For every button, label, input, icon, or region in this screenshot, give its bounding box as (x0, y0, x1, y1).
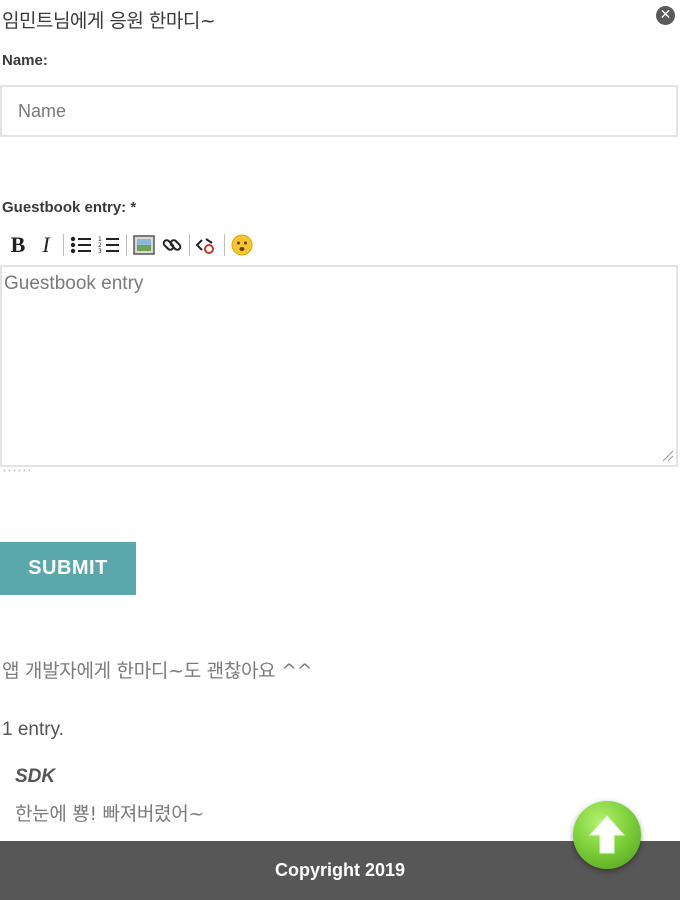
arrow-up-icon (588, 815, 626, 854)
resize-handle-icon[interactable] (660, 448, 674, 462)
insert-code-button[interactable] (193, 231, 221, 259)
editor-toolbar: B I 1 2 3 (4, 230, 256, 260)
copyright-text: Copyright 2019 (274, 860, 406, 880)
submit-button[interactable]: SUBMIT (0, 542, 136, 595)
emoji-icon (231, 234, 253, 256)
toolbar-divider (224, 234, 225, 256)
toolbar-divider (189, 234, 190, 256)
guestbook-note: 앱 개발자에게 한마디~도 괜찮아요 ^^ (2, 660, 313, 682)
insert-image-button[interactable] (130, 231, 158, 259)
name-input[interactable] (0, 85, 678, 137)
entry-author: SDK (15, 766, 56, 787)
close-icon[interactable]: ✕ (656, 6, 675, 25)
numbered-list-button[interactable]: 1 2 3 (95, 231, 123, 259)
entry-count: 1 entry. (2, 719, 64, 740)
insert-emoji-button[interactable] (228, 231, 256, 259)
italic-button[interactable]: I (32, 231, 60, 259)
bold-button[interactable]: B (4, 231, 32, 259)
insert-link-button[interactable] (158, 231, 186, 259)
guestbook-entry-input[interactable] (0, 265, 678, 467)
dotted-divider (2, 468, 30, 474)
scroll-to-top-button[interactable] (573, 801, 641, 869)
entry-label: Guestbook entry: * (2, 199, 137, 216)
entry-text: 한눈에 뿅! 빠져버렸어~ (15, 803, 205, 825)
toolbar-divider (126, 234, 127, 256)
numbered-list-icon: 1 2 3 (98, 236, 119, 255)
page-title: 임민트님에게 응원 한마디~ (2, 10, 216, 32)
svg-text:3: 3 (98, 248, 102, 255)
bulleted-list-button[interactable] (67, 231, 95, 259)
name-label: Name: (2, 52, 48, 69)
code-icon (196, 238, 214, 254)
image-icon (133, 235, 155, 255)
bulleted-list-icon (70, 236, 91, 254)
toolbar-divider (63, 234, 64, 256)
link-icon (162, 239, 182, 251)
